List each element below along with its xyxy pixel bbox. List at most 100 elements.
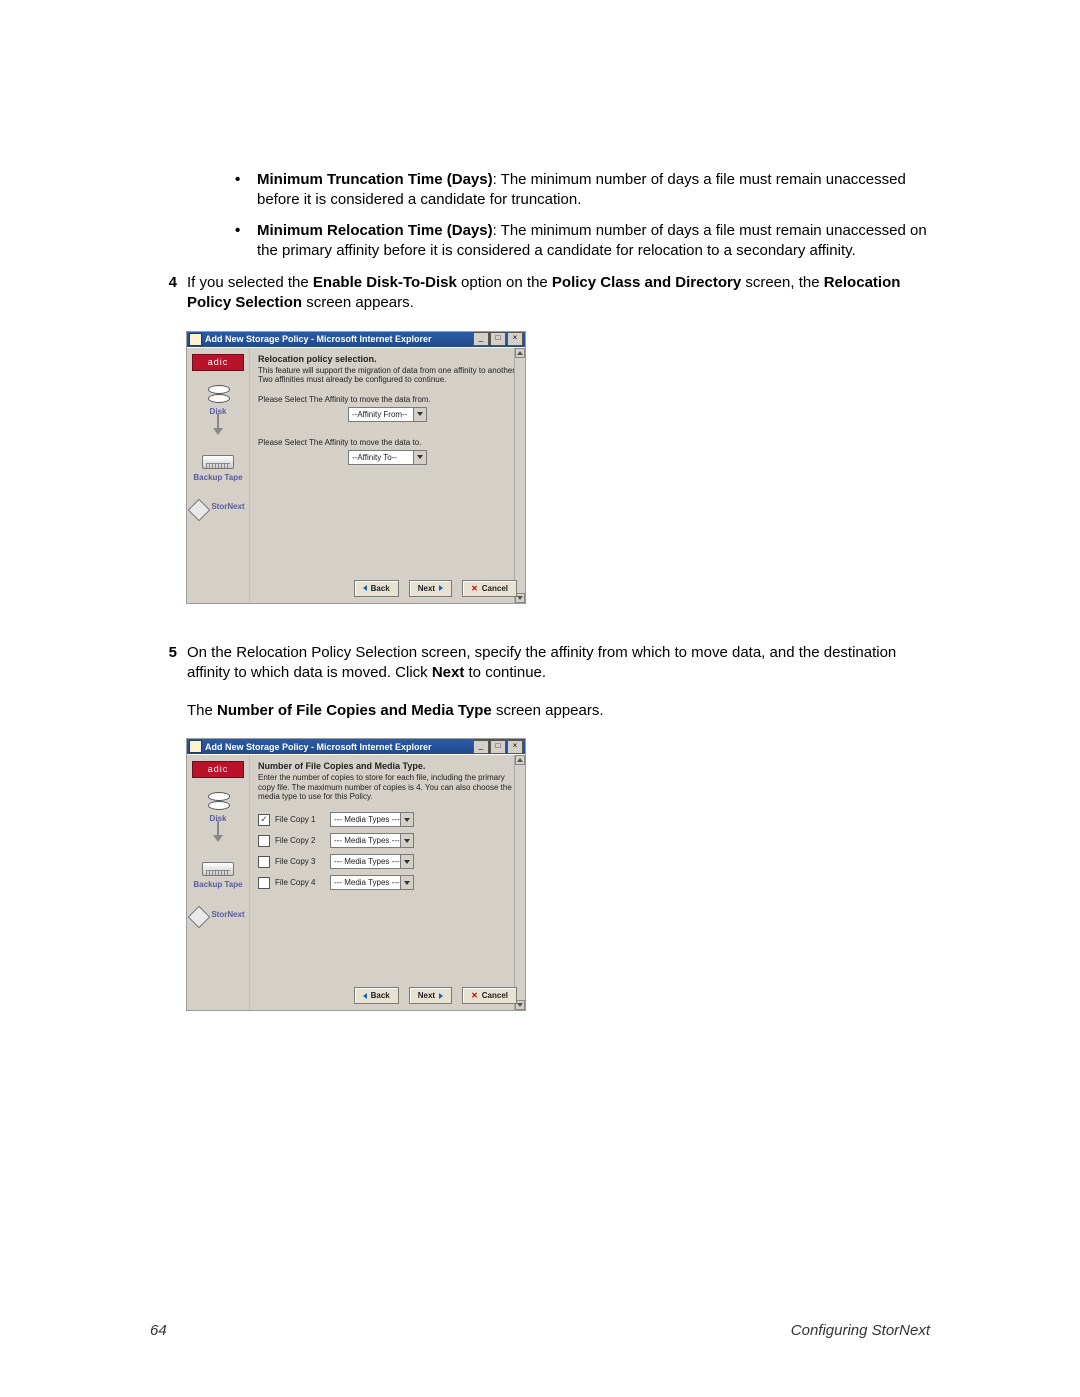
file-copy-label: File Copy 3: [275, 857, 330, 866]
media-type-dropdown[interactable]: --- Media Types ---: [330, 812, 414, 827]
disk-icon: [208, 792, 228, 810]
close-button[interactable]: ×: [507, 740, 523, 754]
media-type-dropdown[interactable]: --- Media Types ---: [330, 833, 414, 848]
scrollbar[interactable]: [514, 755, 525, 1010]
wizard-sidebar: adic Disk Backup Tape StorNext: [187, 348, 250, 603]
file-copy-row: File Copy 3 --- Media Types ---: [258, 854, 517, 869]
window-client: adic Disk Backup Tape StorNext Number of…: [187, 754, 525, 1010]
scrollbar[interactable]: [514, 348, 525, 603]
bullet-text: Minimum Relocation Time (Days): The mini…: [257, 221, 930, 262]
wizard-content: Number of File Copies and Media Type. En…: [250, 755, 525, 1010]
sidebar-label: StorNext: [211, 910, 244, 919]
scroll-up-icon[interactable]: [515, 755, 525, 765]
sidebar-label: Backup Tape: [193, 473, 242, 482]
minimize-button[interactable]: _: [473, 332, 489, 346]
content-description: Enter the number of copies to store for …: [258, 773, 517, 802]
stornext-icon: [188, 906, 211, 929]
cancel-button[interactable]: ✕Cancel: [462, 580, 517, 597]
bullet-term: Minimum Relocation Time (Days): [257, 222, 493, 239]
wizard-buttons: Back Next ✕Cancel: [187, 987, 517, 1004]
document-page: • Minimum Truncation Time (Days): The mi…: [0, 0, 1080, 1397]
back-button[interactable]: Back: [354, 580, 399, 597]
scroll-up-icon[interactable]: [515, 348, 525, 358]
affinity-to-dropdown[interactable]: --Affinity To--: [348, 450, 427, 465]
back-button[interactable]: Back: [354, 987, 399, 1004]
dropdown-value: --- Media Types ---: [334, 836, 400, 845]
window-titlebar: Add New Storage Policy - Microsoft Inter…: [187, 739, 525, 754]
content-heading: Relocation policy selection.: [258, 354, 517, 364]
sidebar-disk: Disk: [208, 385, 228, 416]
sidebar-disk: Disk: [208, 792, 228, 823]
chevron-down-icon: [400, 855, 413, 868]
dropdown-value: --Affinity To--: [352, 453, 397, 462]
triangle-left-icon: [363, 993, 367, 999]
tape-icon: [202, 455, 234, 469]
ie-icon: [189, 740, 202, 753]
bullet-text: Minimum Truncation Time (Days): The mini…: [257, 170, 930, 211]
chevron-down-icon: [400, 834, 413, 847]
bullet-item: • Minimum Relocation Time (Days): The mi…: [235, 221, 930, 262]
sidebar-tape: Backup Tape: [193, 449, 242, 482]
sidebar-stornext: StorNext: [191, 496, 244, 518]
minimize-button[interactable]: _: [473, 740, 489, 754]
step-4: 4 If you selected the Enable Disk-To-Dis…: [155, 273, 930, 314]
wizard-sidebar: adic Disk Backup Tape StorNext: [187, 755, 250, 1010]
file-copy-row: File Copy 4--- Media Types ---: [258, 875, 517, 890]
dropdown-value: --- Media Types ---: [334, 857, 400, 866]
adic-logo: adic: [192, 354, 244, 371]
definition-bullets: • Minimum Truncation Time (Days): The mi…: [235, 170, 930, 261]
sidebar-label: Backup Tape: [193, 880, 242, 889]
triangle-right-icon: [439, 993, 443, 999]
dropdown-value: --- Media Types ---: [334, 878, 400, 887]
step-number: 5: [155, 643, 177, 684]
stornext-icon: [188, 498, 211, 521]
affinity-from-dropdown[interactable]: --Affinity From--: [348, 407, 427, 422]
step-number: 4: [155, 273, 177, 314]
arrow-down-icon: [213, 835, 223, 842]
cancel-button[interactable]: ✕Cancel: [462, 987, 517, 1004]
page-footer: 64 Configuring StorNext: [150, 1322, 930, 1339]
step-5: 5 On the Relocation Policy Selection scr…: [155, 643, 930, 684]
file-copy-checkbox[interactable]: [258, 835, 270, 847]
media-type-dropdown[interactable]: --- Media Types ---: [330, 875, 414, 890]
file-copy-checkbox[interactable]: [258, 856, 270, 868]
content-heading: Number of File Copies and Media Type.: [258, 761, 517, 771]
window-controls: _ □ ×: [472, 740, 523, 754]
file-copy-row: File Copy 2--- Media Types ---: [258, 833, 517, 848]
screenshot-file-copies: Add New Storage Policy - Microsoft Inter…: [187, 739, 525, 1010]
file-copy-checkbox[interactable]: [258, 814, 270, 826]
bullet-marker: •: [235, 221, 257, 262]
arrow-down-icon: [213, 428, 223, 435]
bullet-term: Minimum Truncation Time (Days): [257, 171, 493, 188]
dropdown-value: --- Media Types ---: [334, 815, 400, 824]
step-text: If you selected the Enable Disk-To-Disk …: [187, 273, 930, 314]
bullet-marker: •: [235, 170, 257, 211]
result-paragraph: The Number of File Copies and Media Type…: [187, 701, 930, 721]
disk-icon: [208, 385, 228, 403]
close-button[interactable]: ×: [507, 332, 523, 346]
ie-icon: [189, 333, 202, 346]
x-icon: ✕: [471, 584, 478, 593]
maximize-button[interactable]: □: [490, 740, 506, 754]
file-copy-row: File Copy 1 --- Media Types ---: [258, 812, 517, 827]
content-description: This feature will support the migration …: [258, 366, 517, 385]
file-copy-label: File Copy 1: [275, 815, 330, 824]
page-number: 64: [150, 1322, 167, 1339]
window-title: Add New Storage Policy - Microsoft Inter…: [205, 334, 472, 344]
next-button[interactable]: Next: [409, 580, 452, 597]
triangle-right-icon: [439, 585, 443, 591]
maximize-button[interactable]: □: [490, 332, 506, 346]
media-type-dropdown[interactable]: --- Media Types ---: [330, 854, 414, 869]
window-controls: _ □ ×: [472, 332, 523, 346]
screenshot-relocation-policy: Add New Storage Policy - Microsoft Inter…: [187, 332, 525, 603]
affinity-from-label: Please Select The Affinity to move the d…: [258, 395, 517, 404]
dropdown-value: --Affinity From--: [352, 410, 407, 419]
window-title: Add New Storage Policy - Microsoft Inter…: [205, 742, 472, 752]
triangle-left-icon: [363, 585, 367, 591]
sidebar-label: StorNext: [211, 502, 244, 511]
sidebar-stornext: StorNext: [191, 903, 244, 925]
file-copy-checkbox[interactable]: [258, 877, 270, 889]
step-text: On the Relocation Policy Selection scree…: [187, 643, 930, 684]
next-button[interactable]: Next: [409, 987, 452, 1004]
affinity-to-label: Please Select The Affinity to move the d…: [258, 438, 517, 447]
